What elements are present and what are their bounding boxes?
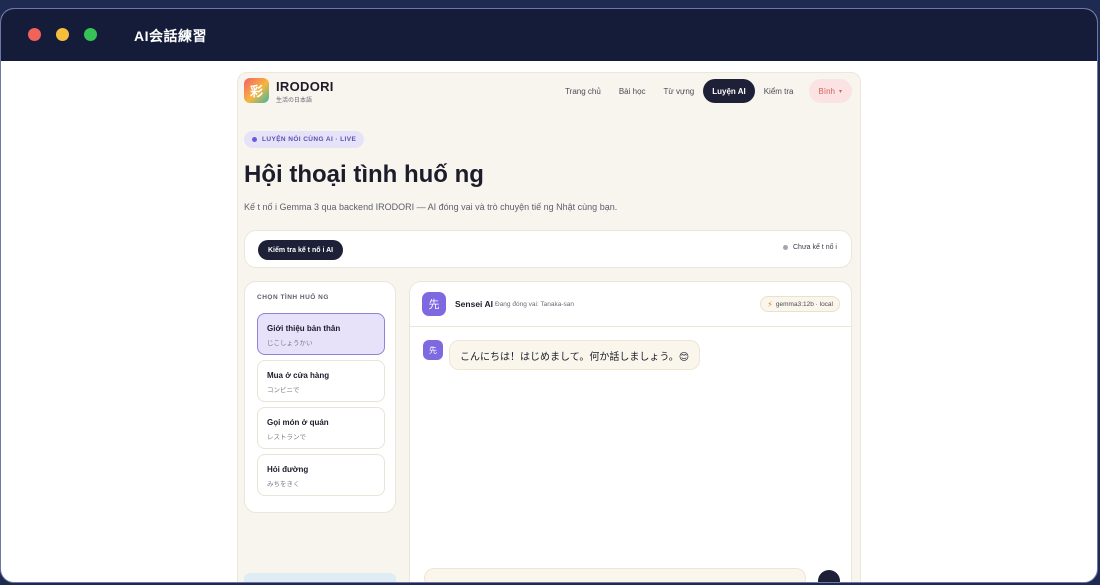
connection-status-label: Chưa kế t nố i [793,244,837,251]
scenario-title: Hỏi đường [267,465,309,474]
web-page: 彩 IRODORI 生活の日本語 Trang chủ Bài học Từ vự… [237,72,861,582]
connection-status: Chưa kế t nố i [783,244,837,251]
close-window-button[interactable] [28,28,41,41]
maximize-window-button[interactable] [84,28,97,41]
scenario-subtitle: コンビニで [267,387,300,394]
scenario-shopping[interactable]: Mua ở cửa hàng コンビニで [257,360,385,402]
live-badge: LUYỆN NÓI CÙNG AI · LIVE [244,131,365,148]
brand-logo-icon[interactable]: 彩 [244,78,269,103]
app-window: AI会話練習 彩 IRODORI 生活の日本語 Trang chủ Bài họ… [0,8,1098,583]
nav-menu: Trang chủ Bài học Từ vựng Luyện AI Kiểm … [556,79,852,103]
scenario-heading: CHỌN TÌNH HUỐ NG [257,294,329,301]
scenario-title: Gọi món ở quán [267,418,329,427]
model-label: gemma3:12b · local [775,300,833,308]
window-title: AI会話練習 [134,28,207,44]
sensei-avatar: 先 [422,292,446,316]
scenario-subtitle: じこしょうかい [267,340,313,347]
brand-name[interactable]: IRODORI [276,79,334,94]
model-badge: ⚡ gemma3:12b · local [760,296,840,312]
page-subtitle: Kế t nố i Gemma 3 qua backend IRODORI — … [244,202,618,212]
brand-tagline: 生活の日本語 [276,98,313,104]
chat-message-bubble: こんにちは！はじめまして。何か話しましょう。😊 [449,340,701,370]
scenario-panel: CHỌN TÌNH HUỐ NG Giới thiệu bản thân じこし… [244,281,396,513]
check-connection-button[interactable]: Kiểm tra kế t nố i AI [258,240,344,260]
scenario-subtitle: みちをきく [267,481,300,488]
message-avatar: 先 [423,340,443,360]
nav-item-home[interactable]: Trang chủ [556,79,610,103]
user-menu-button[interactable]: Bình ▾ [808,79,852,103]
title-bar: AI会話練習 [1,9,1097,61]
chat-input[interactable] [424,568,806,582]
live-badge-label: LUYỆN NÓI CÙNG AI · LIVE [262,136,357,143]
nav-item-ai-practice[interactable]: Luyện AI [703,79,755,103]
chevron-down-icon: ▾ [838,88,842,95]
top-navigation: 彩 IRODORI 生活の日本語 Trang chủ Bài học Từ vự… [238,73,860,109]
live-dot-icon [252,137,257,142]
chat-header: 先 Sensei AI Đang đóng vai: Tanaka-san ⚡ … [410,282,851,327]
side-footer-strip [244,573,396,582]
page-title: Hội thoại tình huố ng [244,161,484,188]
chat-panel: 先 Sensei AI Đang đóng vai: Tanaka-san ⚡ … [409,281,852,582]
scenario-asking-directions[interactable]: Hỏi đường みちをきく [257,454,385,496]
minimize-window-button[interactable] [56,28,69,41]
lightning-icon: ⚡ [767,299,773,309]
scenario-title: Giới thiệu bản thân [267,324,341,333]
status-dot-icon [783,245,788,250]
chat-bot-name: Sensei AI [455,299,493,309]
scenario-ordering-food[interactable]: Gọi món ở quán レストランで [257,407,385,449]
nav-item-test[interactable]: Kiểm tra [755,79,803,103]
scenario-self-introduction[interactable]: Giới thiệu bản thân じこしょうかい [257,313,385,355]
chat-bot-role: Đang đóng vai: Tanaka-san [495,301,575,308]
send-button[interactable] [818,570,840,582]
nav-item-lessons[interactable]: Bài học [610,79,655,103]
user-name: Bình [818,86,835,96]
scenario-subtitle: レストランで [267,434,306,441]
connection-bar: Kiểm tra kế t nố i AI Chưa kế t nố i [244,230,852,268]
nav-item-vocabulary[interactable]: Từ vựng [655,79,704,103]
scenario-title: Mua ở cửa hàng [267,371,330,380]
